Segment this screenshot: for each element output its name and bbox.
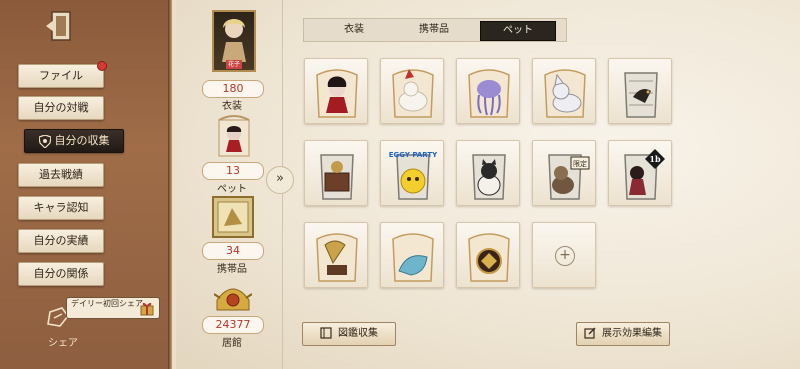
white-fox-pet-icon [392,69,434,118]
sidebar-item-label: 自分の収集 [54,134,110,147]
accessory-label: 携帯品 [217,264,247,275]
exit-door-icon[interactable] [44,10,74,42]
portrait-caption: 花子 [226,60,242,69]
display-effect-edit-label: 展示効果編集 [602,328,662,339]
costume-label: 衣装 [222,101,242,112]
sidebar-item-label: 自分の実績 [33,234,89,247]
character-avatar [222,19,246,62]
plus-icon: + [555,246,575,266]
doll-pet-icon: 1b [624,149,665,200]
sidebar-item-label: 自分の対戦 [33,101,89,114]
pet-thumbnail[interactable] [214,112,254,158]
pet-card-dog-limited[interactable]: 限定 [532,140,596,206]
sidebar-item-label: 過去戦績 [39,168,83,181]
sidebar-item-character-cognition[interactable]: キャラ認知 [18,196,104,220]
pet-card-blue-cat[interactable] [380,222,444,288]
bat-girl-pet-icon [316,69,358,118]
black-bird-pet-icon [624,72,658,118]
white-wolf-pet-icon [544,69,586,118]
accessory-count: 34 [202,242,264,260]
sidebar-item-relationships[interactable]: 自分の関係 [18,262,104,286]
residence-thumbnail[interactable] [214,280,252,314]
residence-count: 24377 [202,316,264,334]
eggy-party-pet-icon: EGGY PARTY [389,151,438,200]
sidebar-item-file[interactable]: ファイル [18,61,107,88]
double-chevron-right-icon: » [276,171,284,186]
pet-card-jellyfish[interactable] [456,58,520,124]
expand-arrow-button[interactable]: » [266,166,294,194]
share-label: シェア [48,338,78,349]
book-icon [320,327,332,339]
sidebar-item-my-matches[interactable]: 自分の対戦 [18,96,104,120]
category-tabs: 衣装 携帯品 ペット [303,18,567,42]
pet-card-cat[interactable] [456,140,520,206]
pet-card-music-box[interactable] [304,140,368,206]
eggy-party-badge: EGGY PARTY [389,151,438,159]
add-pet-slot[interactable]: + [532,222,596,288]
cat-pet-icon [472,154,506,200]
sidebar-item-my-collection[interactable]: 自分の収集 [24,129,124,153]
catalog-collection-button[interactable]: 図鑑収集 [302,322,396,346]
blue-cat-pet-icon [392,233,434,282]
sidebar-item-label: ファイル [39,69,83,82]
tab-costume[interactable]: 衣装 [322,21,386,39]
gramophone-pet-icon [316,233,358,282]
notification-dot [97,61,107,71]
pet-card-golden-bird[interactable] [456,222,520,288]
sidebar-item-past-records[interactable]: 過去戦績 [18,163,104,187]
pet-card-white-fox[interactable] [380,58,444,124]
shield-icon [38,134,51,148]
tab-pet[interactable]: ペット [480,21,556,41]
daily-share-text: デイリー初回シェア [71,299,143,308]
pet-card-bat-girl[interactable] [304,58,368,124]
sidebar-item-label: キャラ認知 [33,201,89,214]
pet-card-black-bird[interactable] [608,58,672,124]
accessory-thumbnail[interactable] [212,196,254,238]
doll-badge: 1b [649,154,661,164]
pet-card-white-wolf[interactable] [532,58,596,124]
catalog-collection-label: 図鑑収集 [338,328,378,339]
edit-icon [584,327,596,339]
sidebar-item-label: 自分の関係 [33,267,89,280]
pet-label: ペット [217,184,247,195]
golden-bird-pet-icon [468,233,510,282]
daily-share-bubble[interactable]: デイリー初回シェア [66,297,160,319]
pet-card-eggy-party[interactable]: EGGY PARTY [380,140,444,206]
gift-icon [140,302,154,316]
music-box-pet-icon [320,154,354,200]
residence-label: 居館 [222,338,242,349]
pet-count: 13 [202,162,264,180]
dog-pet-icon: 限定 [548,154,590,200]
sidebar-item-achievements[interactable]: 自分の実績 [18,229,104,253]
pet-card-doll-1b[interactable]: 1b [608,140,672,206]
character-portrait[interactable]: 花子 [212,10,256,72]
display-effect-edit-button[interactable]: 展示効果編集 [576,322,670,346]
pet-card-gramophone[interactable] [304,222,368,288]
tab-accessory[interactable]: 携帯品 [402,21,466,39]
sidebar: ファイル 自分の対戦 自分の収集 過去戦績 キャラ認知 自分の実績 自分の関係 … [0,0,172,369]
jellyfish-pet-icon [468,69,510,118]
limited-badge: 限定 [573,159,587,168]
costume-count: 180 [202,80,264,98]
